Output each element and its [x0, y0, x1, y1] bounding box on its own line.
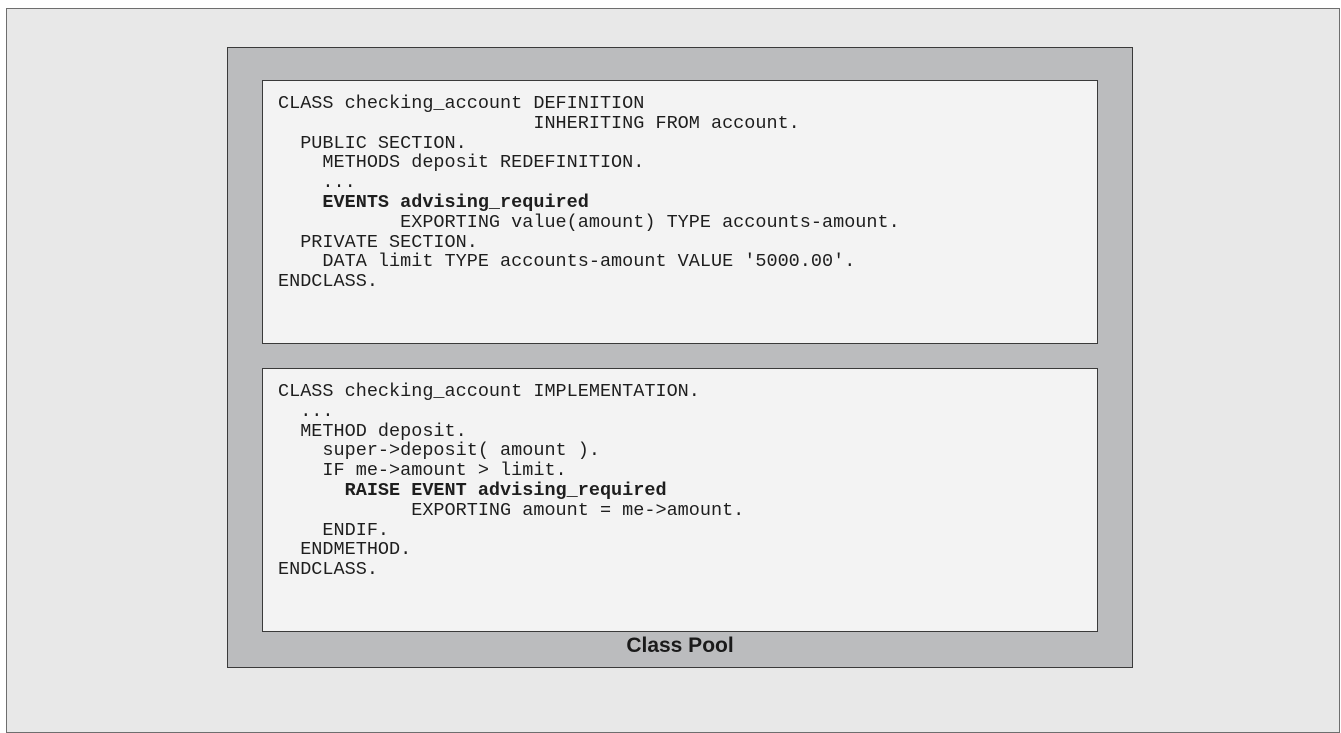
- code-line: EXPORTING value(amount) TYPE accounts-am…: [278, 211, 900, 233]
- code-line: ENDCLASS.: [278, 559, 378, 581]
- code-line: PUBLIC SECTION.: [278, 132, 467, 154]
- code-line: CLASS checking_account IMPLEMENTATION.: [278, 381, 700, 402]
- code-line: ...: [278, 400, 334, 422]
- code-line: PRIVATE SECTION.: [278, 231, 478, 253]
- code-line-highlight: RAISE EVENT advising_required: [278, 479, 667, 501]
- code-line: ENDMETHOD.: [278, 539, 412, 561]
- code-line: INHERITING FROM account.: [278, 112, 800, 134]
- code-line: CLASS checking_account DEFINITION: [278, 93, 645, 114]
- code-line: IF me->amount > limit.: [278, 460, 567, 482]
- code-line: EXPORTING amount = me->amount.: [278, 499, 745, 521]
- class-pool-label: Class Pool: [626, 634, 734, 657]
- code-line: ENDIF.: [278, 519, 390, 541]
- code-line: ENDCLASS.: [278, 271, 378, 293]
- code-line: DATA limit TYPE accounts-amount VALUE '5…: [278, 251, 856, 273]
- code-line: METHODS deposit REDEFINITION.: [278, 152, 645, 174]
- code-line-highlight: EVENTS advising_required: [278, 191, 589, 213]
- code-line: ...: [278, 172, 356, 194]
- class-definition-box: CLASS checking_account DEFINITION INHERI…: [262, 80, 1098, 344]
- class-implementation-box: CLASS checking_account IMPLEMENTATION. .…: [262, 368, 1098, 632]
- class-definition-code: CLASS checking_account DEFINITION INHERI…: [278, 94, 900, 292]
- code-line: super->deposit( amount ).: [278, 440, 600, 462]
- code-line: METHOD deposit.: [278, 420, 467, 442]
- class-implementation-code: CLASS checking_account IMPLEMENTATION. .…: [278, 382, 744, 580]
